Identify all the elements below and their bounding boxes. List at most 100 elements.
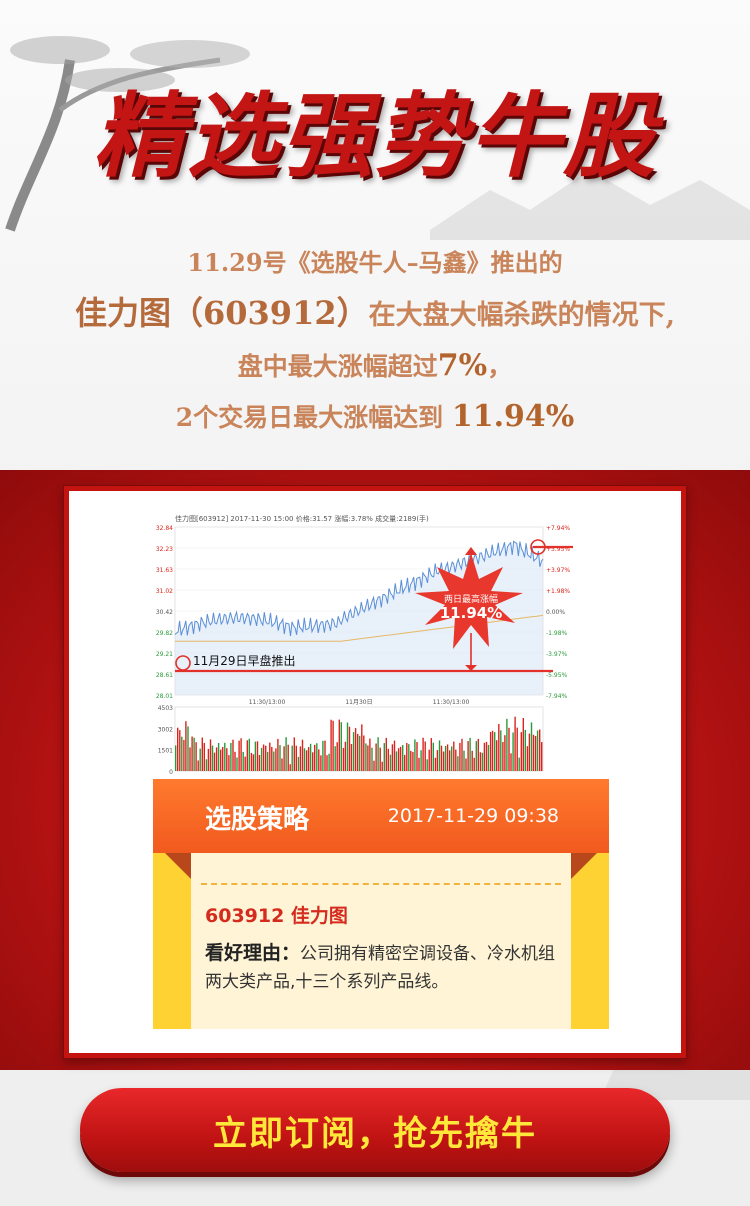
stock-chart-svg: 佳力图[603912] 2017-11-30 15:00 价格:31.57 涨幅… [153,509,618,779]
x-tick: 11月30日 [345,699,372,706]
volume-bar [224,742,226,771]
volume-bar [434,757,437,771]
volume-bar [334,746,336,771]
content-frame: 佳力图[603912] 2017-11-30 15:00 价格:31.57 涨幅… [64,486,686,1058]
volume-bar [399,746,402,771]
strategy-title: 选股策略 [205,805,310,835]
volume-bar [430,738,432,771]
two-day-max-gain: 11.94% [451,399,575,434]
volume-bar [289,764,291,771]
volume-bar [177,727,179,771]
volume-bar [265,745,267,771]
volume-bar [232,739,234,771]
volume-bar [491,730,494,771]
volume-bar [226,748,228,771]
volume-bar [520,732,522,771]
volume-bar [479,752,482,771]
volume-bar [181,736,183,771]
volume-bar [301,739,304,771]
volume-bar [391,744,394,771]
volume-bar [197,760,199,771]
volume-bar [332,720,334,771]
volume-tick: 1501 [158,748,173,755]
volume-bar [267,751,269,771]
volume-bar [381,761,383,771]
volume-bar [269,742,271,771]
chart-header: 佳力图[603912] 2017-11-30 15:00 价格:31.57 涨幅… [175,514,429,523]
x-tick: 11:30/13:00 [433,699,470,706]
volume-bar [187,726,189,771]
volume-bar [539,729,541,771]
volume-bar [496,740,498,771]
volume-bar [279,745,281,771]
volume-bar [477,738,479,771]
strategy-reason: 看好理由：公司拥有精密空调设备、冷水机组两大类产品,十三个系列产品线。 [205,939,561,996]
volume-bar [307,747,310,771]
volume-bar [238,740,240,771]
volume-bar [312,752,314,771]
volume-bar [532,734,535,771]
volume-bar [367,745,369,771]
volume-bar [410,750,412,771]
ribbon-fold-left [165,853,191,879]
pct-tick: 0.00% [546,609,565,616]
volume-bar [330,719,332,771]
volume-bar [258,755,261,771]
volume-bar [299,746,302,771]
intro-line-1: 11.29号《选股牛人–马鑫》推出的 [187,248,563,277]
volume-bar [344,741,347,771]
volume-bar [250,752,253,771]
volume-bar [199,748,201,771]
pct-tick: -7.94% [546,693,568,700]
volume-bar [326,755,328,771]
price-tick: 31.02 [156,588,173,595]
volume-bar [465,758,467,771]
intro-line-3: 盘中最大涨幅超过7%， [0,341,750,392]
volume-bar [291,745,293,771]
pct-tick: -1.98% [546,630,568,637]
pct-tick: -3.97% [546,651,568,658]
volume-bar [397,748,400,771]
volume-bar [426,759,428,771]
volume-bar [252,754,255,771]
ribbon-fold-right [571,853,597,879]
volume-bar [428,749,430,771]
volume-bar [438,740,441,771]
volume-bar [244,756,246,771]
strategy-stock: 603912 佳力图 [205,905,348,927]
volume-bar [485,741,488,771]
volume-bar [228,755,230,771]
volume-bar [215,747,218,771]
intro-line-4: 2个交易日最大涨幅达到 11.94% [0,392,750,443]
intro-line-4-text: 2个交易日最大涨幅达到 [175,403,452,432]
reason-label: 看好理由： [205,942,301,964]
volume-bar [471,750,473,771]
volume-bar [209,739,212,771]
volume-bar [379,747,381,771]
volume-bar [516,727,518,771]
volume-bar [309,743,312,771]
page-title: 精选强势牛股 [92,83,657,190]
volume-bar [453,741,455,771]
volume-bar [254,741,257,771]
volume-bar [217,743,220,771]
subscribe-button[interactable]: 立即订阅，抢先擒牛 [80,1088,670,1172]
volume-bar [295,745,297,771]
volume-bar [336,742,338,771]
volume-bar [189,747,191,771]
volume-bar [512,732,514,771]
volume-bar [375,743,377,771]
price-tick-labels: 32.84 32.23 31.63 31.02 30.42 29.82 29.21 28.61… [156,525,173,700]
volume-bar [262,744,265,771]
volume-bar [175,745,177,771]
volume-bar [322,740,324,771]
volume-bar [357,733,359,771]
volume-bar [436,750,439,771]
push-annotation: 11月29日早盘推出 [193,653,296,668]
volume-bar [205,759,208,771]
volume-bar [504,735,506,771]
volume-bar [483,742,486,771]
volume-bar [256,741,259,771]
volume-bar [489,731,492,771]
volume-bar [273,751,275,771]
